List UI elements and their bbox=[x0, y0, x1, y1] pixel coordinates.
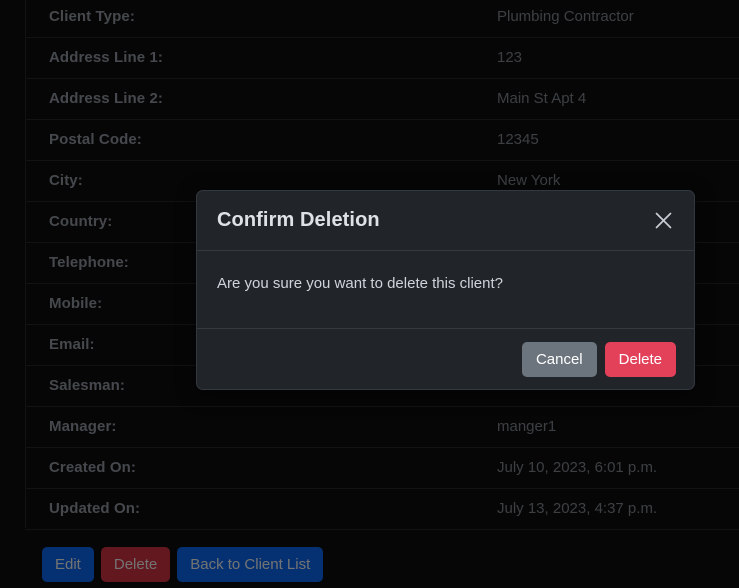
modal-title: Confirm Deletion bbox=[217, 209, 380, 231]
modal-message: Are you sure you want to delete this cli… bbox=[217, 275, 503, 292]
modal-footer: Cancel Delete bbox=[197, 328, 694, 389]
modal-cancel-button[interactable]: Cancel bbox=[521, 341, 597, 377]
modal-header: Confirm Deletion bbox=[197, 191, 694, 251]
confirm-deletion-modal: Confirm Deletion Are you sure you want t… bbox=[196, 190, 695, 390]
modal-confirm-delete-button[interactable]: Delete bbox=[604, 341, 676, 377]
close-icon[interactable] bbox=[650, 208, 676, 234]
modal-body: Are you sure you want to delete this cli… bbox=[197, 251, 694, 328]
